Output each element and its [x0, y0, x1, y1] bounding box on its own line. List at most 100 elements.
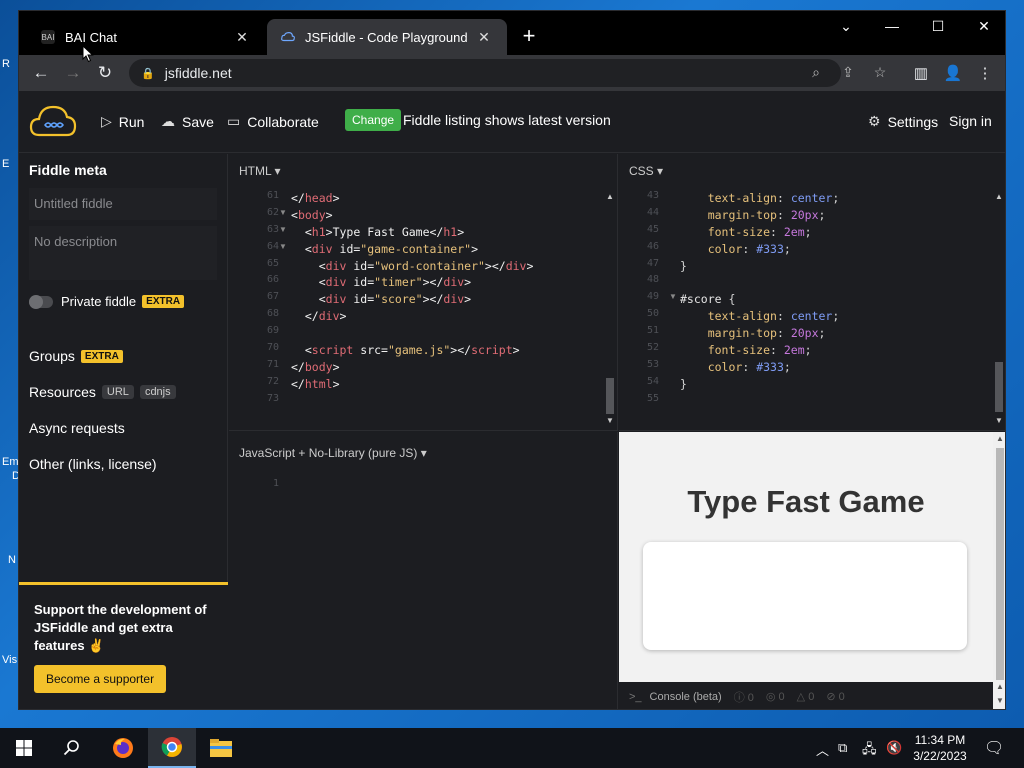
fiddle-name-input[interactable]: Untitled fiddle [29, 188, 217, 220]
async-label: Async requests [29, 420, 125, 436]
listing-text: Fiddle listing shows latest version [403, 112, 611, 128]
scroll-down-icon[interactable]: ▼ [993, 696, 1005, 708]
share-icon[interactable]: ⇪ [837, 61, 859, 83]
url-tag[interactable]: URL [101, 385, 134, 399]
tab-jsfiddle[interactable]: JSFiddle - Code Playground ✕ [267, 19, 507, 55]
address-bar[interactable]: 🔒 jsfiddle.net [129, 59, 841, 87]
css-panel: CSS ▾ 43 44 45 46 47 48 49 50 51 52 53 5… [619, 154, 1005, 431]
scroll-up-icon[interactable]: ▲ [993, 682, 1005, 694]
maximize-button[interactable]: ☐ [915, 11, 961, 41]
close-tab-icon[interactable]: ✕ [475, 28, 493, 46]
sign-in-label: Sign in [949, 113, 992, 129]
sign-in-button[interactable]: Sign in [949, 113, 992, 129]
save-button[interactable]: ☁ Save [161, 113, 214, 130]
back-arrow-icon[interactable]: ← [29, 61, 53, 85]
desktop-icon-label: Em [2, 456, 19, 468]
run-button[interactable]: ▷ Run [101, 113, 144, 130]
side-panel-icon[interactable]: ▥ [909, 61, 933, 85]
tab-title: JSFiddle - Code Playground [305, 29, 468, 45]
fiddle-description-input[interactable]: No description [29, 226, 217, 280]
html-code-editor[interactable]: </head> <body> <h1>Type Fast Game</h1> <d… [291, 190, 533, 410]
update-icon[interactable]: ⧉ [838, 740, 847, 756]
private-fiddle-label: Private fiddle EXTRA [61, 294, 185, 309]
sidebar-item-groups[interactable]: Groups EXTRA [29, 348, 123, 364]
line-number: 47 [646, 257, 659, 269]
sidebar: Fiddle meta Untitled fiddle No descripti… [19, 154, 228, 709]
console-bar[interactable]: >_ Console (beta) ⓘ 0 ◎ 0 △ 0 ⊘ 0 [619, 682, 993, 709]
js-panel-label[interactable]: JavaScript + No-Library (pure JS) ▾ [239, 446, 427, 460]
line-number: 55 [646, 392, 659, 404]
line-number: 68 [266, 308, 279, 320]
scroll-up-icon[interactable]: ▲ [603, 192, 617, 204]
scroll-thumb[interactable] [996, 448, 1004, 680]
log-count-value: 0 [778, 691, 785, 703]
address-url: jsfiddle.net [164, 65, 232, 81]
js-line-numbers: 1 [229, 478, 279, 495]
result-scrollbar[interactable]: ▲ ▲ ▼ [993, 432, 1005, 709]
tab-bai-chat[interactable]: BAI BAI Chat ✕ [27, 19, 265, 55]
collaborate-label: Collaborate [247, 113, 319, 130]
settings-button[interactable]: ⚙ Settings [868, 113, 938, 130]
forward-arrow-icon[interactable]: → [61, 61, 85, 85]
run-label: Run [118, 113, 145, 130]
fold-arrow-icon[interactable]: ▼ [279, 242, 287, 251]
scroll-up-icon[interactable]: ▲ [993, 434, 1005, 446]
start-button[interactable] [0, 728, 48, 768]
notifications-icon[interactable]: 🗨 [984, 738, 1004, 758]
scroll-up-icon[interactable]: ▲ [992, 192, 1005, 204]
show-hidden-icons-icon[interactable]: ︿ [816, 740, 829, 759]
error-count: ⊘ 0 [826, 691, 845, 703]
sidebar-item-other[interactable]: Other (links, license) [29, 456, 157, 472]
minimize-button[interactable]: — [869, 11, 915, 41]
volume-muted-icon[interactable]: 🔇 [886, 740, 902, 756]
network-icon[interactable]: 🖧 [862, 740, 877, 762]
browser-menu-icon[interactable]: ⋮ [973, 61, 997, 85]
jsfiddle-header: ▷ Run ☁ Save ▭ Collaborate Change Fiddle… [19, 91, 1005, 153]
taskbar-file-explorer[interactable] [197, 728, 245, 768]
css-panel-label[interactable]: CSS ▾ [629, 164, 663, 178]
search-button[interactable] [48, 728, 96, 768]
scroll-down-icon[interactable]: ▼ [992, 416, 1005, 428]
fold-arrow-icon[interactable]: ▼ [279, 225, 287, 234]
collaborate-button[interactable]: ▭ Collaborate [227, 113, 319, 130]
taskbar-chrome[interactable] [148, 728, 196, 768]
bookmark-star-icon[interactable]: ☆ [869, 61, 891, 83]
private-fiddle-toggle[interactable] [29, 295, 53, 309]
profile-icon[interactable]: 👤 [941, 61, 965, 85]
new-tab-button[interactable]: + [517, 25, 541, 49]
cdnjs-tag[interactable]: cdnjs [139, 385, 176, 399]
change-badge[interactable]: Change [345, 109, 402, 131]
support-box: Support the development of JSFiddle and … [19, 582, 228, 709]
line-number: 51 [646, 325, 659, 337]
scroll-thumb[interactable] [995, 362, 1003, 412]
tab-search-chevron-icon[interactable]: ⌄ [823, 11, 869, 41]
chrome-icon [161, 737, 182, 757]
taskbar-clock[interactable]: 11:34 PM 3/22/2023 [908, 732, 972, 764]
js-code-editor[interactable] [291, 478, 601, 698]
scroll-thumb[interactable] [606, 378, 614, 414]
extra-badge: EXTRA [80, 349, 123, 363]
sidebar-item-resources[interactable]: Resources URL cdnjs [29, 384, 176, 400]
sidebar-item-async[interactable]: Async requests [29, 420, 125, 436]
zoom-search-icon[interactable]: ⌕ [805, 61, 827, 83]
game-title: Type Fast Game [687, 484, 925, 519]
js-panel: JavaScript + No-Library (pure JS) ▾ 1 [229, 432, 618, 709]
support-text: Support the development of JSFiddle and … [34, 602, 207, 653]
become-supporter-button[interactable]: Become a supporter [34, 665, 167, 693]
fold-arrow-icon[interactable]: ▼ [669, 292, 677, 301]
css-code-editor[interactable]: text-align: center; margin-top: 20px; fo… [680, 190, 839, 410]
line-number: 70 [266, 342, 279, 354]
line-number: 54 [646, 375, 659, 387]
other-label: Other (links, license) [29, 456, 157, 472]
close-tab-icon[interactable]: ✕ [233, 28, 251, 46]
html-scrollbar[interactable]: ▲ ▼ [603, 190, 617, 430]
css-scrollbar[interactable]: ▲ ▼ [992, 190, 1005, 430]
fold-arrow-icon[interactable]: ▼ [279, 208, 287, 217]
html-panel-label[interactable]: HTML ▾ [239, 164, 281, 178]
line-number: 64 [266, 240, 279, 252]
close-window-button[interactable]: ✕ [961, 11, 1005, 41]
reload-icon[interactable]: ↻ [93, 61, 117, 85]
scroll-down-icon[interactable]: ▼ [603, 416, 617, 428]
taskbar-firefox[interactable] [99, 728, 147, 768]
jsfiddle-logo[interactable] [29, 103, 77, 139]
